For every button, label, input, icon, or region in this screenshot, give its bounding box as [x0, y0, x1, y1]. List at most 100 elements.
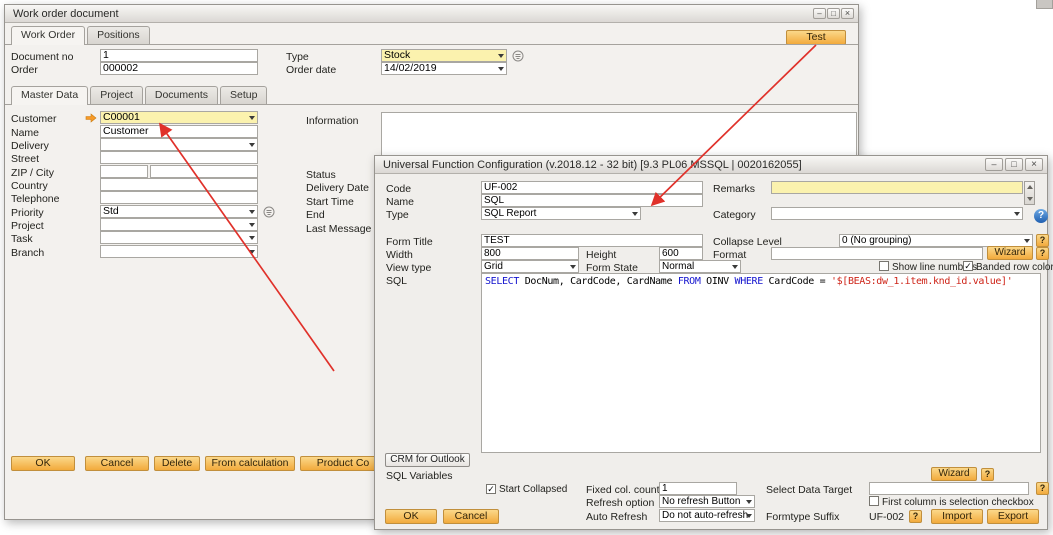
show-line-numbers-checkbox[interactable]: [879, 261, 889, 271]
scroll-up-icon[interactable]: [1025, 182, 1034, 193]
country-field[interactable]: [100, 178, 258, 191]
dropdown-arrow-icon: [249, 250, 255, 254]
from-calculation-button[interactable]: From calculation: [205, 456, 295, 471]
universal-function-window: Universal Function Configuration (v.2018…: [374, 155, 1048, 530]
category-select[interactable]: [771, 207, 1023, 220]
banded-row-color-checkbox[interactable]: ✓: [963, 261, 973, 271]
uf-ok-button[interactable]: OK: [385, 509, 437, 524]
refresh-option-select[interactable]: No refresh Button: [659, 495, 755, 508]
tab-documents[interactable]: Documents: [145, 86, 218, 104]
uf-type-select[interactable]: SQL Report: [481, 207, 641, 220]
select-data-target-field[interactable]: [869, 482, 1029, 495]
height-field[interactable]: 600: [659, 247, 703, 260]
tab-master-data[interactable]: Master Data: [11, 86, 88, 105]
work-order-titlebar[interactable]: Work order document – □ ×: [5, 5, 858, 23]
remarks-field[interactable]: [771, 181, 1023, 194]
close-button[interactable]: ×: [841, 8, 854, 19]
export-button[interactable]: Export: [987, 509, 1039, 524]
help-icon[interactable]: ?: [1034, 209, 1048, 223]
select-data-target-label: Select Data Target: [766, 484, 852, 496]
auto-refresh-value: Do not auto-refresh: [662, 510, 748, 521]
sql-editor[interactable]: SELECT DocNum, CardCode, CardName FROM O…: [481, 273, 1041, 453]
customer-select[interactable]: C00001: [100, 111, 258, 124]
tab-work-order[interactable]: Work Order: [11, 26, 85, 45]
width-field[interactable]: 800: [481, 247, 579, 260]
cancel-button[interactable]: Cancel: [85, 456, 149, 471]
fixed-col-count-value: 1: [662, 483, 668, 494]
project-select[interactable]: [100, 218, 258, 231]
uf-name-field[interactable]: SQL: [481, 194, 703, 207]
form-state-value: Normal: [662, 261, 694, 272]
name-label: Name: [11, 127, 39, 139]
task-select[interactable]: [100, 231, 258, 244]
order-field[interactable]: 000002: [100, 62, 258, 75]
type-select[interactable]: Stock: [381, 49, 507, 62]
check-icon: ✓: [964, 261, 972, 271]
format-help-button[interactable]: ?: [1036, 247, 1049, 260]
delivery-date-label: Delivery Date: [306, 182, 369, 194]
uf-name-value: SQL: [484, 195, 504, 206]
order-date-select[interactable]: 14/02/2019: [381, 62, 507, 75]
telephone-field[interactable]: [100, 191, 258, 204]
import-button[interactable]: Import: [931, 509, 983, 524]
zip-city-label: ZIP / City: [11, 167, 54, 179]
code-field[interactable]: UF-002: [481, 181, 703, 194]
form-title-field[interactable]: TEST: [481, 234, 703, 247]
form-settings-icon[interactable]: [512, 50, 524, 62]
remarks-scrollbar[interactable]: [1024, 181, 1035, 205]
scroll-down-icon[interactable]: [1025, 193, 1034, 204]
document-no-field[interactable]: 1: [100, 49, 258, 62]
collapse-level-help-button[interactable]: ?: [1036, 234, 1049, 247]
view-type-value: Grid: [484, 261, 503, 272]
zip-field[interactable]: [100, 165, 148, 178]
view-type-label: View type: [386, 262, 431, 274]
delete-button[interactable]: Delete: [154, 456, 200, 471]
branch-select[interactable]: [100, 245, 258, 258]
tab-positions[interactable]: Positions: [87, 26, 150, 44]
test-button[interactable]: Test: [786, 30, 846, 45]
select-data-target-help-button[interactable]: ?: [1036, 482, 1049, 495]
delivery-select[interactable]: [100, 138, 258, 151]
sql-text: OINV: [701, 276, 735, 287]
format-field[interactable]: [771, 247, 983, 260]
uf-type-label: Type: [386, 209, 409, 221]
form-state-select[interactable]: Normal: [659, 260, 741, 273]
tab-setup[interactable]: Setup: [220, 86, 267, 104]
link-arrow-icon[interactable]: [85, 113, 97, 123]
priority-select[interactable]: Std: [100, 205, 258, 218]
uf-titlebar[interactable]: Universal Function Configuration (v.2018…: [375, 156, 1047, 174]
form-settings-icon[interactable]: [263, 206, 275, 218]
maximize-button[interactable]: □: [827, 8, 840, 19]
close-button[interactable]: ×: [1025, 158, 1043, 171]
formtype-suffix-help-button[interactable]: ?: [909, 510, 922, 523]
sql-variables-help-button[interactable]: ?: [981, 468, 994, 481]
ok-button[interactable]: OK: [11, 456, 75, 471]
format-wizard-button[interactable]: Wizard: [987, 246, 1033, 260]
code-value: UF-002: [484, 182, 517, 193]
sql-variables-wizard-button[interactable]: Wizard: [931, 467, 977, 481]
auto-refresh-select[interactable]: Do not auto-refresh: [659, 509, 755, 522]
fixed-col-count-field[interactable]: 1: [659, 482, 737, 495]
form-title-label: Form Title: [386, 236, 433, 248]
start-collapsed-checkbox[interactable]: ✓: [486, 484, 496, 494]
city-field[interactable]: [150, 165, 258, 178]
street-field[interactable]: [100, 151, 258, 164]
uf-cancel-button[interactable]: Cancel: [443, 509, 499, 524]
delivery-label: Delivery: [11, 140, 49, 152]
name-field[interactable]: Customer: [100, 125, 258, 138]
order-date-label: Order date: [286, 64, 336, 76]
maximize-button[interactable]: □: [1005, 158, 1023, 171]
view-type-select[interactable]: Grid: [481, 260, 579, 273]
dropdown-arrow-icon: [249, 143, 255, 147]
first-column-selection-checkbox[interactable]: [869, 496, 879, 506]
category-label: Category: [713, 209, 756, 221]
order-label: Order: [11, 64, 38, 76]
minimize-button[interactable]: –: [813, 8, 826, 19]
dropdown-arrow-icon: [1024, 239, 1030, 243]
street-label: Street: [11, 153, 39, 165]
sql-string: '$[BEAS:dw_1.item.knd_id.value]': [831, 276, 1012, 287]
minimize-button[interactable]: –: [985, 158, 1003, 171]
tab-project[interactable]: Project: [90, 86, 143, 104]
crm-for-outlook-button[interactable]: CRM for Outlook: [385, 453, 470, 467]
order-value: 000002: [103, 62, 138, 74]
